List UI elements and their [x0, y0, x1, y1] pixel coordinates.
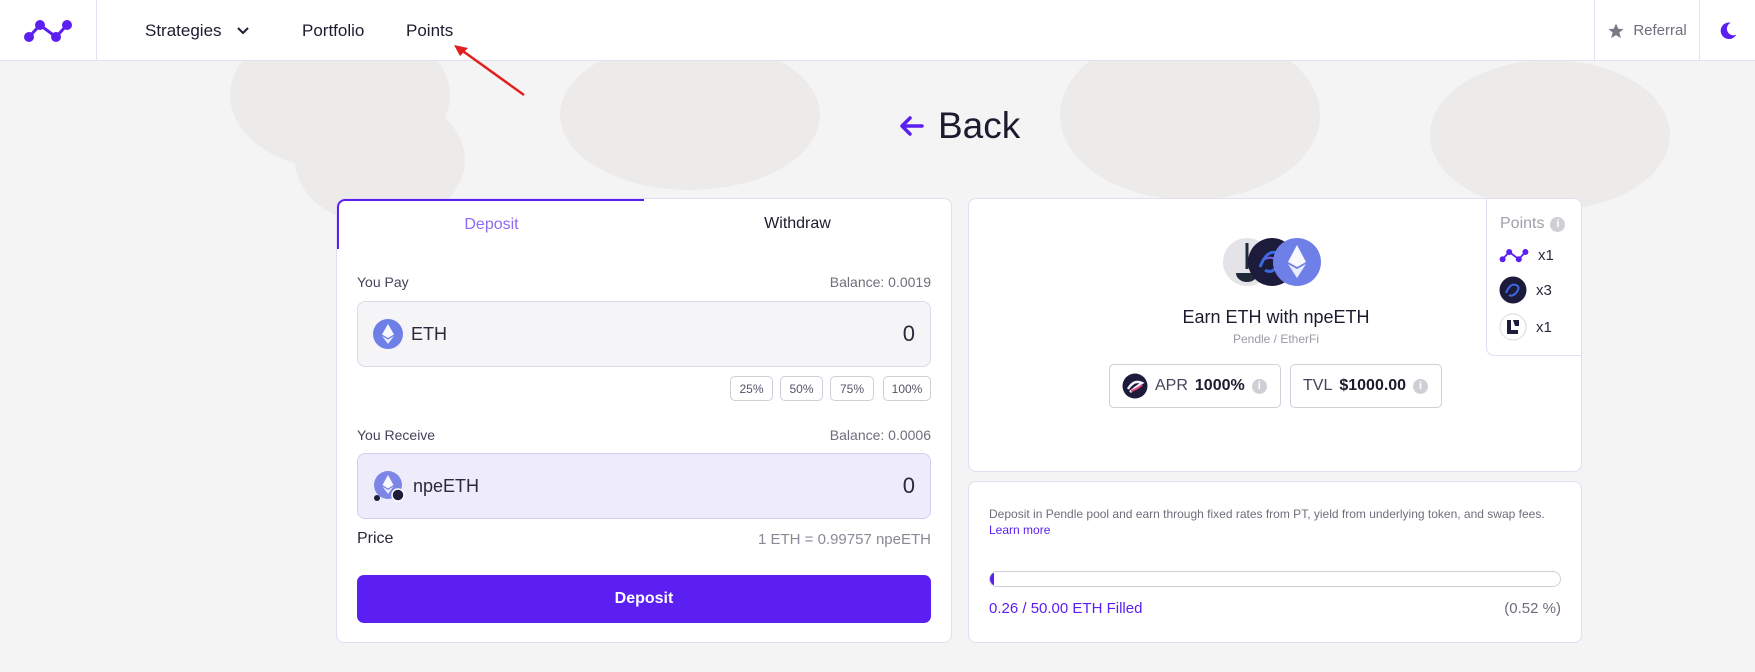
tab-withdraw[interactable]: Withdraw [644, 199, 951, 249]
referral-label: Referral [1633, 22, 1687, 39]
fill-progress-fill [990, 572, 994, 586]
apr-badge: APR 1000% i [1109, 364, 1281, 408]
points-row: x1 [1499, 313, 1552, 341]
info-card: Deposit in Pendle pool and earn through … [968, 481, 1582, 643]
pay-amount-field[interactable]: ETH 0 [357, 301, 931, 367]
pay-amount-value: 0 [902, 321, 915, 346]
receive-amount-value: 0 [902, 473, 915, 498]
receive-balance: Balance: 0.0006 [829, 427, 931, 443]
tvl-value: $1000.00 [1339, 377, 1407, 394]
points-multiplier: x1 [1538, 246, 1554, 264]
filled-percent: (0.52 %) [1504, 600, 1561, 617]
back-button[interactable]: Back [898, 105, 1020, 147]
etherfi-icon [1499, 276, 1527, 304]
points-multiplier: x1 [1536, 318, 1552, 336]
logo-icon [1499, 249, 1529, 263]
info-icon[interactable]: i [1251, 378, 1267, 394]
nav-points-label: Points [406, 20, 454, 40]
tab-deposit[interactable]: Deposit [337, 199, 644, 249]
percent-25-button[interactable]: 25% [730, 376, 773, 401]
back-label: Back [938, 105, 1021, 146]
pay-token-name: ETH [411, 323, 447, 344]
strategy-card: Earn ETH with npeETH Pendle / EtherFi AP… [968, 198, 1582, 472]
chevron-down-icon [236, 26, 250, 36]
percent-100-button[interactable]: 100% [883, 376, 931, 401]
points-title: Points i [1500, 215, 1566, 233]
nav-portfolio[interactable]: Portfolio [302, 0, 364, 61]
info-icon[interactable]: i [1550, 216, 1566, 232]
filled-amount: 0.26 / 50.00 ETH Filled [989, 600, 1143, 617]
top-navigation: Strategies Portfolio Points Referral [0, 0, 1755, 61]
theme-toggle[interactable] [1700, 0, 1755, 61]
background-shape [1430, 60, 1670, 210]
apr-value: 1000% [1194, 377, 1245, 394]
fill-progress-bar [989, 571, 1561, 587]
annotation-arrow [454, 45, 525, 97]
pendle-apr-icon [1122, 373, 1148, 399]
pay-balance: Balance: 0.0019 [829, 274, 931, 290]
apr-label: APR [1155, 377, 1188, 394]
nav-strategies-label: Strategies [145, 20, 222, 40]
nav-points[interactable]: Points [406, 0, 453, 61]
nav-portfolio-label: Portfolio [302, 20, 365, 40]
lido-icon [1499, 313, 1527, 341]
arrow-left-icon [900, 116, 924, 136]
description-text: Deposit in Pendle pool and earn through … [989, 507, 1545, 521]
trade-tabs: Deposit Withdraw [337, 199, 951, 249]
points-multiplier: x3 [1536, 281, 1552, 299]
eth-icon [1273, 238, 1321, 286]
points-row: x1 [1499, 245, 1554, 265]
price-value: 1 ETH = 0.99757 npeETH [757, 531, 931, 548]
deposit-submit-button[interactable]: Deposit [357, 575, 931, 623]
tvl-badge: TVL $1000.00 i [1290, 364, 1442, 408]
tvl-label: TVL [1303, 377, 1333, 394]
you-pay-label: You Pay [357, 274, 409, 290]
nav-strategies[interactable]: Strategies [145, 0, 250, 61]
star-icon [1608, 23, 1624, 38]
learn-more-link[interactable]: Learn more [989, 523, 1050, 537]
moon-icon [1720, 22, 1736, 39]
receive-token-name: npeETH [413, 475, 480, 496]
points-title-label: Points [1500, 215, 1545, 232]
logo[interactable] [0, 0, 97, 61]
points-row: x3 [1499, 276, 1552, 304]
you-receive-label: You Receive [357, 427, 436, 443]
info-icon[interactable]: i [1413, 378, 1429, 394]
npeeth-icon [374, 471, 405, 502]
percent-75-button[interactable]: 75% [830, 376, 874, 401]
background-shape [560, 40, 820, 190]
referral-button[interactable]: Referral [1594, 0, 1700, 61]
trade-card: Deposit Withdraw You Pay Balance: 0.0019… [336, 198, 952, 643]
price-label: Price [357, 530, 394, 547]
strategy-description: Deposit in Pendle pool and earn through … [989, 506, 1569, 538]
token-icon-stack [1222, 237, 1322, 287]
eth-icon [373, 319, 403, 349]
logo-icon [24, 20, 72, 42]
points-panel: Points i x1 x3 x1 [1486, 199, 1582, 356]
percent-50-button[interactable]: 50% [780, 376, 823, 401]
receive-amount-field: npeETH 0 [357, 453, 931, 519]
